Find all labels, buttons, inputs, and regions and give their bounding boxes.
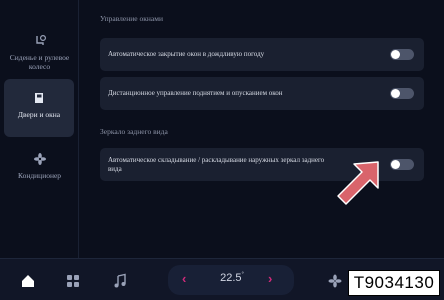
temperature-control: ‹ 22.5° ›: [168, 265, 294, 295]
sidebar-item-doors-windows[interactable]: Двери и окна: [4, 79, 74, 137]
setting-label: Автоматическое закрытие окон в дождливую…: [108, 50, 265, 59]
fan-icon[interactable]: [327, 273, 343, 289]
setting-row-remote-windows[interactable]: Дистанционное управление поднятием и опу…: [100, 77, 424, 110]
sidebar-item-label: Двери и окна: [17, 110, 61, 119]
setting-label: Дистанционное управление поднятием и опу…: [108, 89, 283, 98]
seat-steering-icon: [35, 34, 46, 45]
screen: Сиденье и рулевое колесо Двери и окна Ко…: [0, 0, 444, 300]
sidebar-item-label: Сиденье и рулевое колесо: [9, 53, 70, 71]
pointer-arrow-icon: [337, 161, 379, 205]
sidebar-item-label: Кондиционер: [17, 171, 62, 180]
toggle-knob: [391, 50, 400, 59]
figure-code-label: T9034130: [348, 270, 440, 296]
remote-windows-toggle[interactable]: [390, 88, 414, 99]
temperature-readout: 22.5°: [220, 272, 244, 284]
fan-icon: [33, 153, 46, 165]
sidebar: Сиденье и рулевое колесо Двери и окна Ко…: [0, 0, 79, 258]
rain-close-toggle[interactable]: [390, 49, 414, 60]
sidebar-item-climate[interactable]: Кондиционер: [0, 152, 79, 180]
section-title-windows: Управление окнами: [100, 14, 163, 23]
music-icon[interactable]: [112, 273, 128, 289]
section-title-mirrors: Зеркало заднего вида: [100, 127, 168, 136]
temp-increase-button[interactable]: ›: [268, 271, 272, 286]
setting-label: Автоматическое складывание / раскладыван…: [108, 156, 325, 173]
toggle-knob: [391, 89, 400, 98]
home-icon[interactable]: [20, 273, 36, 289]
settings-panel: Управление окнами Автоматическое закрыти…: [80, 0, 444, 258]
sidebar-item-seat-steering[interactable]: Сиденье и рулевое колесо: [0, 34, 79, 71]
door-icon: [35, 93, 43, 103]
apps-grid-icon[interactable]: [65, 273, 81, 289]
temp-decrease-button[interactable]: ‹: [182, 271, 186, 286]
setting-row-rain-close[interactable]: Автоматическое закрытие окон в дождливую…: [100, 38, 424, 71]
